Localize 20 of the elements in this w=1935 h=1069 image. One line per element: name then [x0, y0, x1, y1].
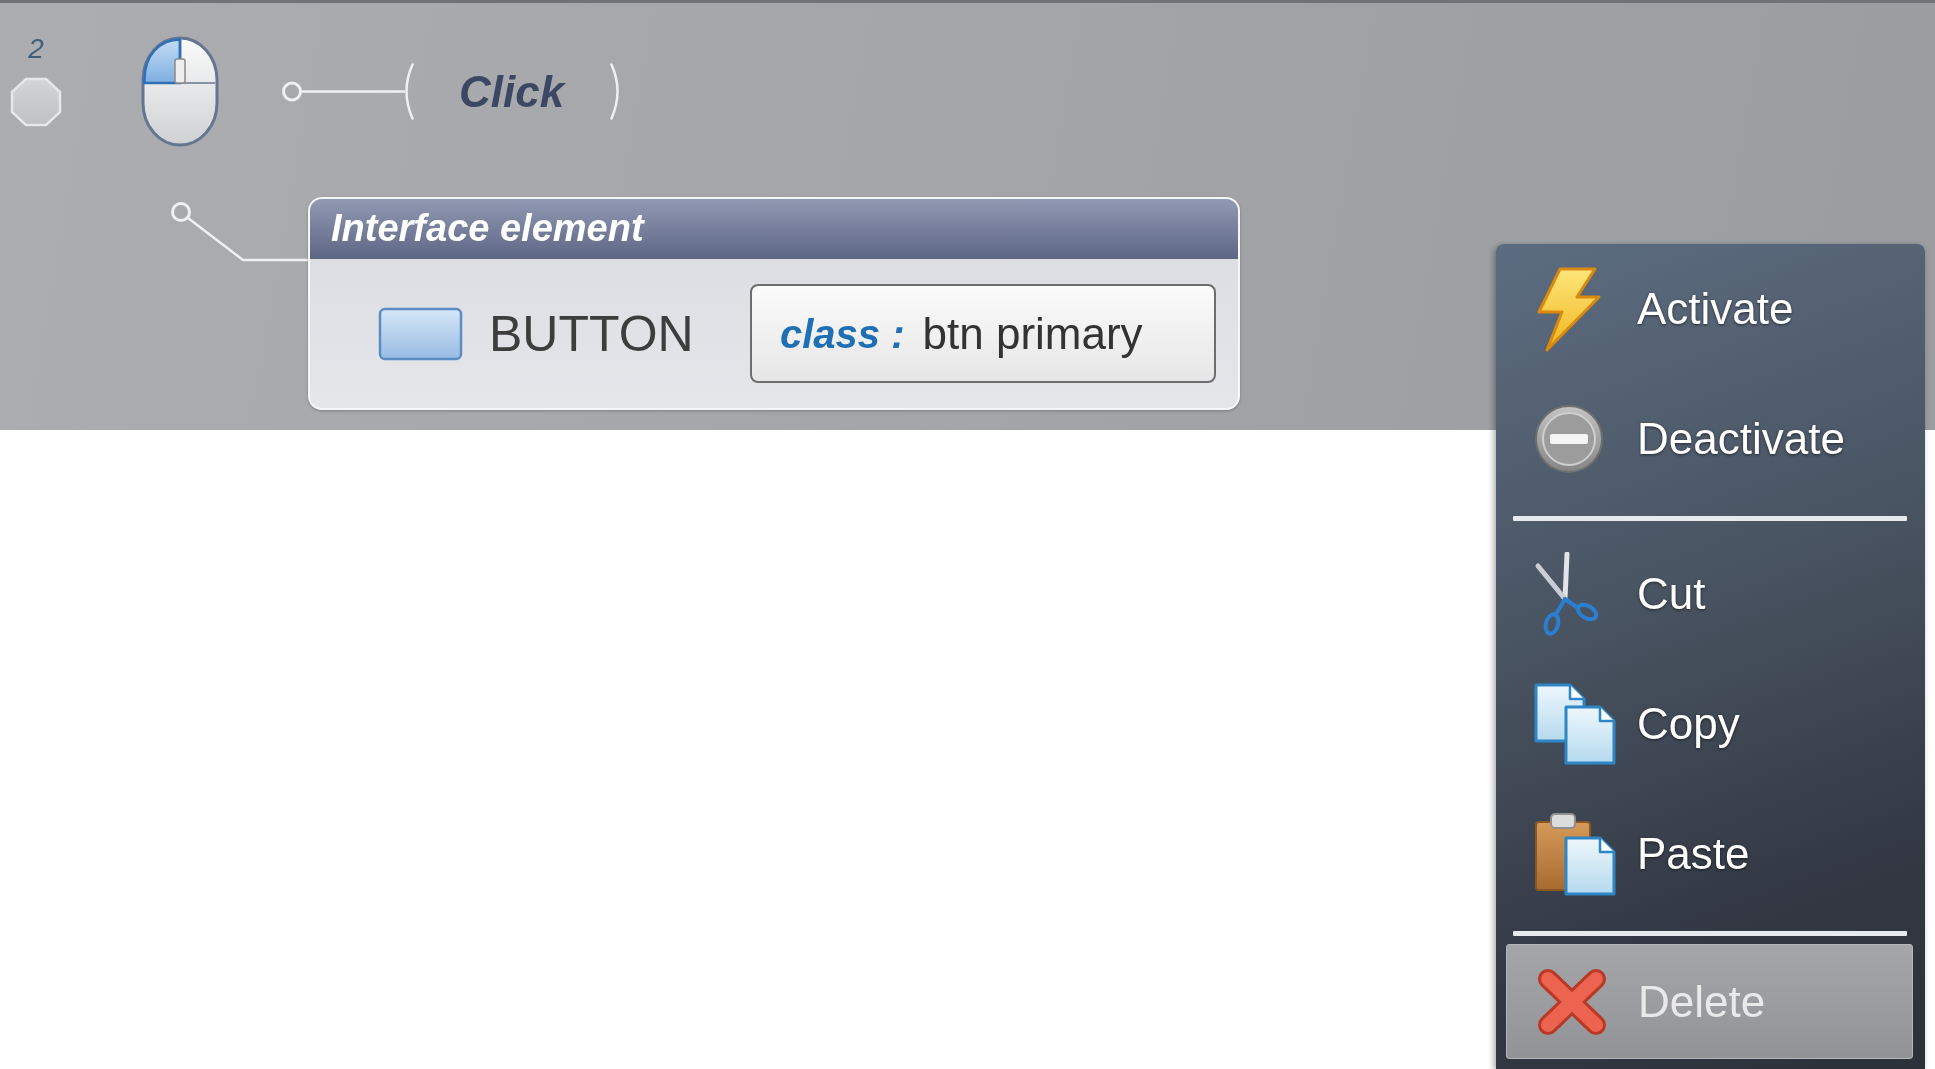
- menu-item[interactable]: Cut: [1496, 529, 1925, 659]
- card-title: Interface element: [310, 199, 1238, 259]
- octagon-icon: [10, 77, 62, 127]
- minus-circle-icon: [1534, 404, 1604, 474]
- step-number: 2: [28, 35, 44, 63]
- attribute-value: btn primary: [922, 307, 1143, 360]
- cross-icon: [1535, 966, 1609, 1037]
- menu-item[interactable]: Copy: [1496, 659, 1925, 789]
- menu-item[interactable]: Deactivate: [1496, 374, 1925, 504]
- bracket-icon: [610, 63, 620, 120]
- element-type: BUTTON: [489, 308, 694, 359]
- attribute-name: class :: [780, 310, 905, 358]
- menu-item[interactable]: Paste: [1496, 789, 1925, 919]
- bracket-icon: [405, 63, 414, 120]
- button-icon: [378, 306, 463, 361]
- action-label: Click: [459, 69, 565, 114]
- copy-icon: [1534, 683, 1618, 765]
- clipboard-icon: [1534, 812, 1618, 896]
- menu-item[interactable]: Activate: [1496, 244, 1925, 374]
- scissors-icon: [1534, 552, 1600, 636]
